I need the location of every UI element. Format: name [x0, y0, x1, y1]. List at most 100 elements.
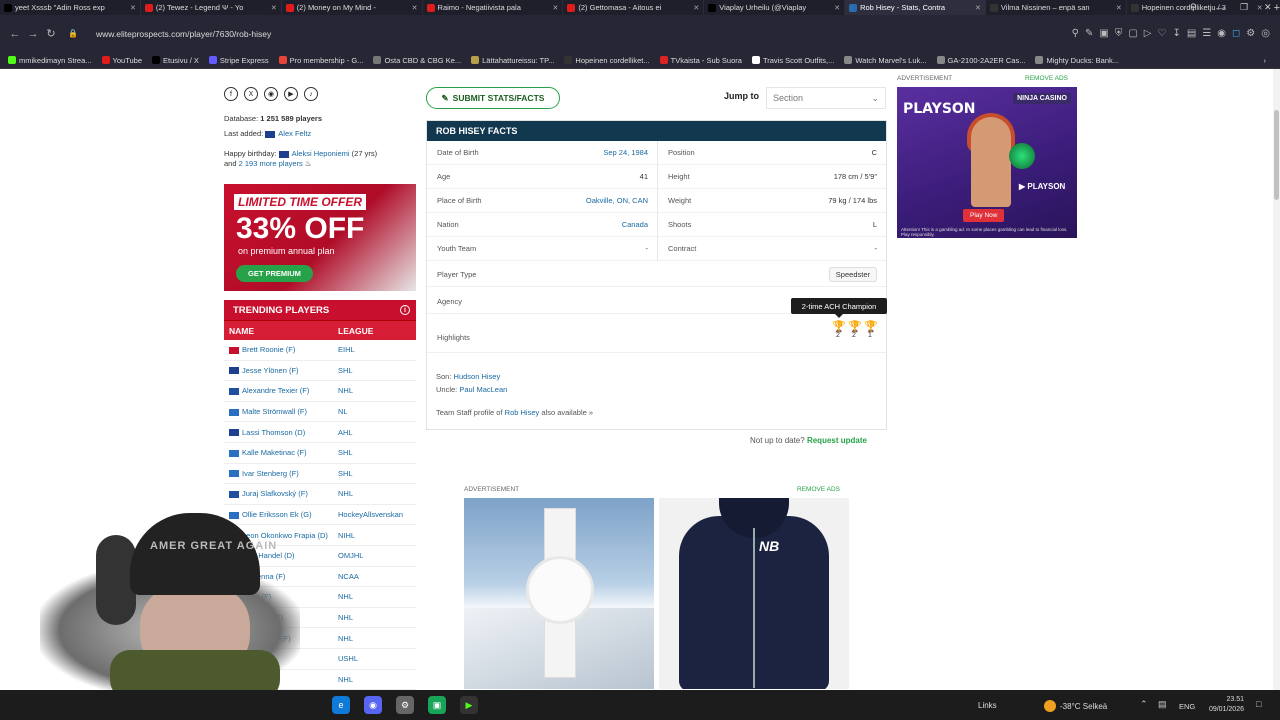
- close-tab-icon[interactable]: ✕: [268, 4, 277, 12]
- last-added-link[interactable]: Alex Feltz: [278, 129, 311, 138]
- close-tab-icon[interactable]: ✕: [690, 4, 699, 12]
- hoodie-ad[interactable]: NB: [659, 498, 849, 689]
- trending-player-league[interactable]: NCAA: [338, 572, 359, 581]
- fact-value[interactable]: Sep 24, 1984: [603, 148, 657, 157]
- x-icon[interactable]: X: [244, 87, 258, 101]
- facebook-icon[interactable]: f: [224, 87, 238, 101]
- close-window-icon[interactable]: ✕: [1264, 0, 1272, 15]
- fact-value[interactable]: Oakville, ON, CAN: [586, 196, 657, 205]
- search-tabs-icon[interactable]: ⚲: [1190, 0, 1197, 15]
- cube-icon[interactable]: ▢: [1128, 28, 1137, 39]
- app-icon[interactable]: ⚙: [396, 696, 414, 714]
- bookmark-12[interactable]: Mighty Ducks: Bank...: [1035, 56, 1119, 65]
- heart-icon[interactable]: ♡: [1157, 28, 1166, 39]
- trophy-icon[interactable]: 🏆 1: [864, 320, 878, 339]
- bookmark-0[interactable]: mmikedimayn Strea...: [8, 56, 92, 65]
- bookmark-9[interactable]: Travis Scott Outfits,...: [751, 56, 834, 65]
- bookmark-2[interactable]: Etusivu / X: [152, 56, 199, 65]
- trending-row[interactable]: Alexandre Texier (F) NHL: [224, 381, 416, 402]
- trending-row[interactable]: Ivar Stenberg (F) SHL: [224, 464, 416, 485]
- close-tab-icon[interactable]: ✕: [409, 4, 418, 12]
- trending-row[interactable]: Kalle Maketinac (F) SHL: [224, 443, 416, 464]
- trending-row[interactable]: Lassi Thomson (D) AHL: [224, 422, 416, 443]
- trending-player-league[interactable]: SHL: [338, 448, 353, 457]
- settings-icon[interactable]: ⚙: [1246, 28, 1255, 39]
- tab-5[interactable]: Viaplay Urheilu (@Viaplay ✕: [704, 0, 846, 15]
- trending-player-name[interactable]: Brett Roonie (F): [224, 345, 338, 354]
- tray-chevron-icon[interactable]: ⌃: [1140, 699, 1148, 710]
- trending-player-name[interactable]: Kalle Maketinac (F): [224, 448, 338, 457]
- edge-icon[interactable]: e: [332, 696, 350, 714]
- player-type-badge[interactable]: Speedster: [828, 267, 877, 282]
- bookmark-5[interactable]: Osta CBD & CBG Ke...: [373, 56, 461, 65]
- wallet-icon[interactable]: ◉: [1217, 28, 1226, 39]
- edit-icon[interactable]: ✎: [1085, 28, 1093, 39]
- trending-row[interactable]: Brett Roonie (F) EIHL: [224, 340, 416, 361]
- close-tab-icon[interactable]: ✕: [127, 4, 136, 12]
- tab-6[interactable]: Rob Hisey - Stats, Contra ✕: [845, 0, 986, 15]
- ai-icon[interactable]: ◎: [1261, 28, 1270, 39]
- trending-player-league[interactable]: NHL: [338, 489, 353, 498]
- clock[interactable]: 23.51 09/01/2026: [1204, 695, 1244, 715]
- camera-icon[interactable]: ▣: [1099, 28, 1108, 39]
- close-tab-icon[interactable]: ✕: [1113, 4, 1122, 12]
- network-icon[interactable]: ▤: [1158, 699, 1167, 710]
- new-tab-icon[interactable]: +: [1274, 2, 1280, 14]
- trending-player-league[interactable]: NIHL: [338, 531, 355, 540]
- close-tab-icon[interactable]: ✕: [831, 4, 840, 12]
- close-tab-icon[interactable]: ✕: [972, 4, 981, 12]
- trending-player-league[interactable]: USHL: [338, 654, 358, 663]
- box-icon[interactable]: ▤: [1187, 28, 1196, 39]
- download-icon[interactable]: ↧: [1172, 28, 1180, 39]
- submit-stats-button[interactable]: ✎ SUBMIT STATS/FACTS: [426, 87, 560, 109]
- back-icon[interactable]: ←: [6, 28, 24, 40]
- remove-ads-link[interactable]: REMOVE ADS: [1025, 75, 1068, 82]
- bookmark-7[interactable]: Hopeinen cordelliket...: [564, 56, 650, 65]
- maximize-icon[interactable]: ❐: [1240, 0, 1248, 15]
- bookmark-11[interactable]: GA-2100-2A2ER Cas...: [936, 56, 1025, 65]
- tab-7[interactable]: Vilma Nissinen – enpä san ✕: [986, 0, 1127, 15]
- trending-row[interactable]: Juraj Slafkovský (F) NHL: [224, 484, 416, 505]
- tab-2[interactable]: (2) Money on My Mind - ✕: [282, 0, 423, 15]
- trending-player-league[interactable]: SHL: [338, 366, 353, 375]
- staff-link[interactable]: Rob Hisey: [505, 408, 540, 417]
- minimize-icon[interactable]: —: [1216, 0, 1225, 15]
- premium-promo-banner[interactable]: LIMITED TIME OFFER 33% OFF on premium an…: [224, 184, 416, 291]
- scrollbar-thumb[interactable]: [1274, 110, 1279, 200]
- bookmark-8[interactable]: TVkaista - Sub Suora: [659, 56, 742, 65]
- trending-player-name[interactable]: Lassi Thomson (D): [224, 428, 338, 437]
- reload-icon[interactable]: ↻: [42, 27, 60, 40]
- links-toolbar[interactable]: Links: [978, 701, 997, 710]
- bookmarks-more-icon[interactable]: ›: [1264, 56, 1267, 65]
- tab-0[interactable]: yeet Xsssb "Adin Ross exp ✕: [0, 0, 141, 15]
- bookmark-10[interactable]: Watch Marvel's Luk...: [844, 56, 927, 65]
- forward-icon[interactable]: →: [24, 28, 42, 40]
- youtube-icon[interactable]: ▶: [284, 87, 298, 101]
- tab-3[interactable]: Raimo - Negatiivista pala ✕: [423, 0, 564, 15]
- section-select[interactable]: Section ⌄: [766, 87, 886, 109]
- uncle-link[interactable]: Paul MacLean: [459, 385, 507, 394]
- trending-player-league[interactable]: AHL: [338, 428, 353, 437]
- son-link[interactable]: Hudson Hisey: [454, 372, 501, 381]
- trending-row[interactable]: Jesse Ylönen (F) SHL: [224, 361, 416, 382]
- trending-player-name[interactable]: Alexandre Texier (F): [224, 386, 338, 395]
- get-premium-button[interactable]: GET PREMIUM: [236, 265, 313, 282]
- close-tab-icon[interactable]: ✕: [550, 4, 559, 12]
- trending-player-name[interactable]: Jesse Ylönen (F): [224, 366, 338, 375]
- trending-player-league[interactable]: HockeyAllsvenskan: [338, 510, 403, 519]
- weather-widget[interactable]: -38°C Selkeä: [1044, 700, 1107, 712]
- trending-player-league[interactable]: NHL: [338, 386, 353, 395]
- bookmark-6[interactable]: Lättahattureissu: TP...: [471, 56, 554, 65]
- instagram-icon[interactable]: ◉: [264, 87, 278, 101]
- trophy-icon[interactable]: 🏆 2: [832, 320, 846, 339]
- birthday-more-link[interactable]: 2 193 more players: [239, 159, 303, 168]
- trending-player-league[interactable]: NHL: [338, 675, 353, 684]
- birthday-link[interactable]: Aleksi Heponiemi: [292, 149, 350, 158]
- play-icon[interactable]: ▷: [1144, 28, 1152, 39]
- playson-ad[interactable]: PLAYSON NINJA CASINO ▶ PLAYSON Play Now …: [897, 87, 1077, 238]
- kick-icon[interactable]: ▶: [460, 696, 478, 714]
- bookmark-4[interactable]: Pro membership - G...: [278, 56, 363, 65]
- remove-ads-link-2[interactable]: REMOVE ADS: [797, 486, 840, 493]
- trending-player-league[interactable]: EIHL: [338, 345, 355, 354]
- bookmark-3[interactable]: Stripe Express: [208, 56, 269, 65]
